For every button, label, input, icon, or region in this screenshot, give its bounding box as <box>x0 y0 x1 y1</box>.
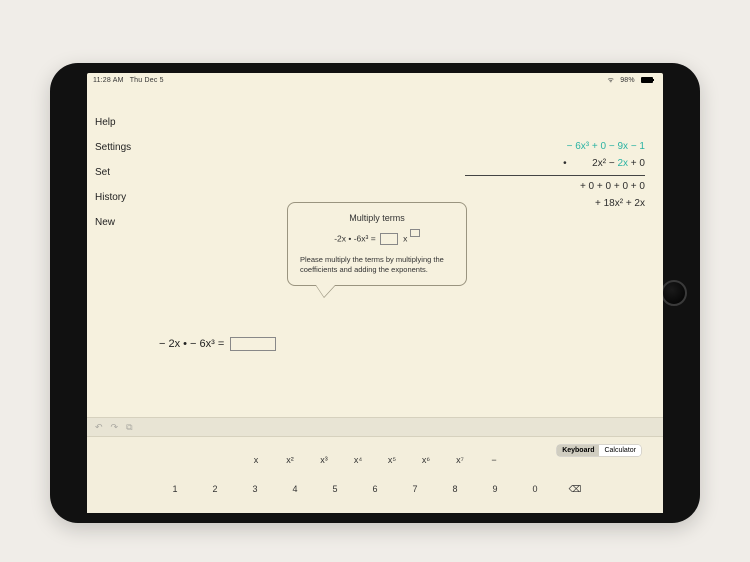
key-5[interactable]: 5 <box>328 484 342 495</box>
copy-icon[interactable]: ⧉ <box>126 422 132 433</box>
answer-input[interactable] <box>230 337 276 351</box>
battery-icon <box>641 77 653 83</box>
key-x5[interactable]: x⁵ <box>385 455 399 465</box>
key-x[interactable]: x <box>249 455 263 465</box>
hint-tooltip: Multiply terms -2x • -6x³ = x Please mul… <box>287 202 467 286</box>
sidebar: Help Settings Set History New <box>95 117 131 242</box>
current-equation: − 2x • − 6x³ = <box>159 337 276 351</box>
key-x6[interactable]: x⁶ <box>419 455 433 465</box>
key-1[interactable]: 1 <box>168 484 182 495</box>
home-button[interactable] <box>661 280 687 306</box>
key-x3[interactable]: x³ <box>317 455 331 465</box>
exp-input[interactable] <box>410 229 420 237</box>
kb-row-nums: 1 2 3 4 5 6 7 8 9 0 ⌫ <box>87 484 663 495</box>
sidebar-item-history[interactable]: History <box>95 192 131 203</box>
key-x2[interactable]: x² <box>283 455 297 465</box>
status-time: 11:28 AM <box>93 77 124 84</box>
sidebar-item-set[interactable]: Set <box>95 167 131 178</box>
partial-row-1: + 0 + 0 + 0 + 0 <box>465 181 645 193</box>
key-minus[interactable]: − <box>487 455 501 465</box>
key-x7[interactable]: x⁷ <box>453 455 467 465</box>
seg-calculator[interactable]: Calculator <box>599 445 641 456</box>
keyboard-segment[interactable]: Keyboard Calculator <box>557 445 641 456</box>
key-0[interactable]: 0 <box>528 484 542 495</box>
tablet-frame: 11:28 AM Thu Dec 5 ᯤ 98% Help Settings S… <box>50 63 700 523</box>
multiplier-prefix: 2x² − <box>592 158 617 169</box>
app-screen: 11:28 AM Thu Dec 5 ᯤ 98% Help Settings S… <box>87 73 663 513</box>
key-x4[interactable]: x⁴ <box>351 455 365 465</box>
undo-icon[interactable]: ↶ <box>95 422 103 433</box>
key-6[interactable]: 6 <box>368 484 382 495</box>
mult-dot: • <box>560 158 570 169</box>
kb-row-vars: x x² x³ x⁴ x⁵ x⁶ x⁷ − <box>87 455 663 465</box>
battery-pct: 98% <box>620 77 635 84</box>
equation-lhs: − 2x • − 6x³ = <box>159 338 224 350</box>
multiplication-work: − 6x³ + 0 − 9x − 1 • 2x² − 2x + 0 + 0 + … <box>465 141 645 215</box>
status-date: Thu Dec 5 <box>130 77 164 84</box>
status-bar: 11:28 AM Thu Dec 5 ᯤ 98% <box>87 73 663 87</box>
multiplier-suffix: + 0 <box>628 158 645 169</box>
workspace: Help Settings Set History New − 6x³ + 0 … <box>87 87 663 417</box>
tooltip-hint: Please multiply the terms by multiplying… <box>300 255 454 275</box>
sidebar-item-help[interactable]: Help <box>95 117 131 128</box>
redo-icon[interactable]: ↷ <box>111 422 119 433</box>
sidebar-item-settings[interactable]: Settings <box>95 142 131 153</box>
multiplier-active: 2x <box>617 158 628 169</box>
tooltip-title: Multiply terms <box>300 213 454 223</box>
seg-keyboard[interactable]: Keyboard <box>557 445 599 456</box>
tooltip-lhs: -2x • -6x³ = <box>334 233 375 243</box>
key-3[interactable]: 3 <box>248 484 262 495</box>
multiplicand: − 6x³ + 0 − 9x − 1 <box>567 141 645 152</box>
edit-toolbar: ↶ ↷ ⧉ <box>87 417 663 437</box>
key-backspace[interactable]: ⌫ <box>568 484 582 495</box>
partial-row-2: + 18x² + 2x <box>465 198 645 210</box>
key-4[interactable]: 4 <box>288 484 302 495</box>
key-9[interactable]: 9 <box>488 484 502 495</box>
division-rule-1 <box>465 175 645 176</box>
math-keyboard: Keyboard Calculator x x² x³ x⁴ x⁵ x⁶ x⁷ … <box>87 437 663 513</box>
key-2[interactable]: 2 <box>208 484 222 495</box>
wifi-icon: ᯤ <box>607 77 614 84</box>
sidebar-item-new[interactable]: New <box>95 217 131 228</box>
key-7[interactable]: 7 <box>408 484 422 495</box>
tooltip-expression: -2x • -6x³ = x <box>300 233 454 245</box>
key-8[interactable]: 8 <box>448 484 462 495</box>
coef-input[interactable] <box>380 233 398 245</box>
